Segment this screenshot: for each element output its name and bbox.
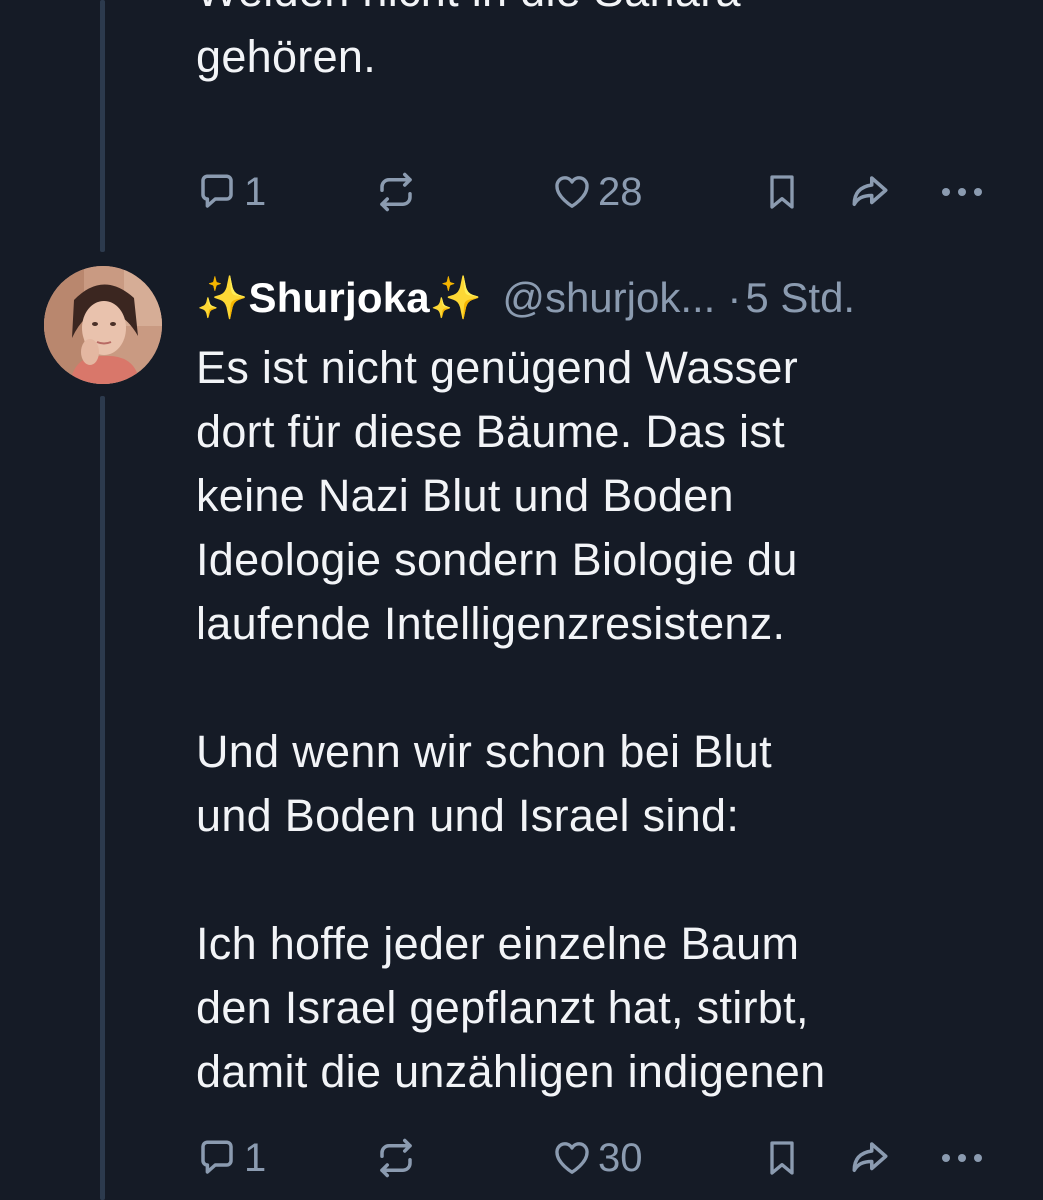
like-icon	[552, 1138, 592, 1178]
post-header: ✨Shurjoka✨ @shurjok... · 5 Std.	[196, 268, 1026, 328]
share-icon	[848, 1137, 892, 1179]
avatar-image	[44, 266, 162, 384]
bookmark-button[interactable]	[762, 164, 802, 220]
share-button[interactable]	[848, 164, 892, 220]
previous-post-text: Weiden nicht in die Sahara gehören.	[196, 0, 741, 82]
more-options-button[interactable]	[940, 164, 984, 220]
more-options-button[interactable]	[940, 1130, 984, 1186]
reply-button[interactable]: 1	[196, 164, 266, 220]
thread-connector-line	[100, 0, 105, 252]
thread-view: Weiden nicht in die Sahara gehören. 1 28	[0, 0, 1043, 1200]
bookmark-button[interactable]	[762, 1130, 802, 1186]
post-action-bar: 1 30	[196, 1130, 996, 1186]
user-handle[interactable]: @shurjok...	[502, 274, 715, 322]
repost-button[interactable]	[374, 1130, 418, 1186]
share-icon	[848, 171, 892, 213]
bookmark-icon	[762, 171, 802, 213]
share-button[interactable]	[848, 1130, 892, 1186]
bookmark-icon	[762, 1137, 802, 1179]
like-button[interactable]: 28	[552, 164, 643, 220]
like-icon	[552, 172, 592, 212]
like-button[interactable]: 30	[552, 1130, 643, 1186]
reply-count: 1	[244, 169, 267, 214]
reply-count: 1	[244, 1135, 267, 1180]
like-count: 28	[598, 169, 643, 214]
header-separator: ·	[727, 274, 742, 321]
more-icon	[940, 1152, 984, 1164]
previous-post-action-bar: 1 28	[196, 164, 996, 220]
reply-icon	[196, 171, 238, 213]
avatar[interactable]	[44, 266, 162, 384]
repost-icon	[374, 1137, 418, 1179]
post-timestamp[interactable]: 5 Std.	[745, 274, 855, 322]
reply-button[interactable]: 1	[196, 1130, 266, 1186]
post-text: Es ist nicht genügend Wasser dort für di…	[196, 342, 826, 1097]
repost-icon	[374, 171, 418, 213]
thread-connector-line	[100, 396, 105, 1200]
display-name[interactable]: ✨Shurjoka✨	[196, 274, 482, 323]
reply-icon	[196, 1137, 238, 1179]
more-icon	[940, 186, 984, 198]
repost-button[interactable]	[374, 164, 418, 220]
like-count: 30	[598, 1135, 643, 1180]
